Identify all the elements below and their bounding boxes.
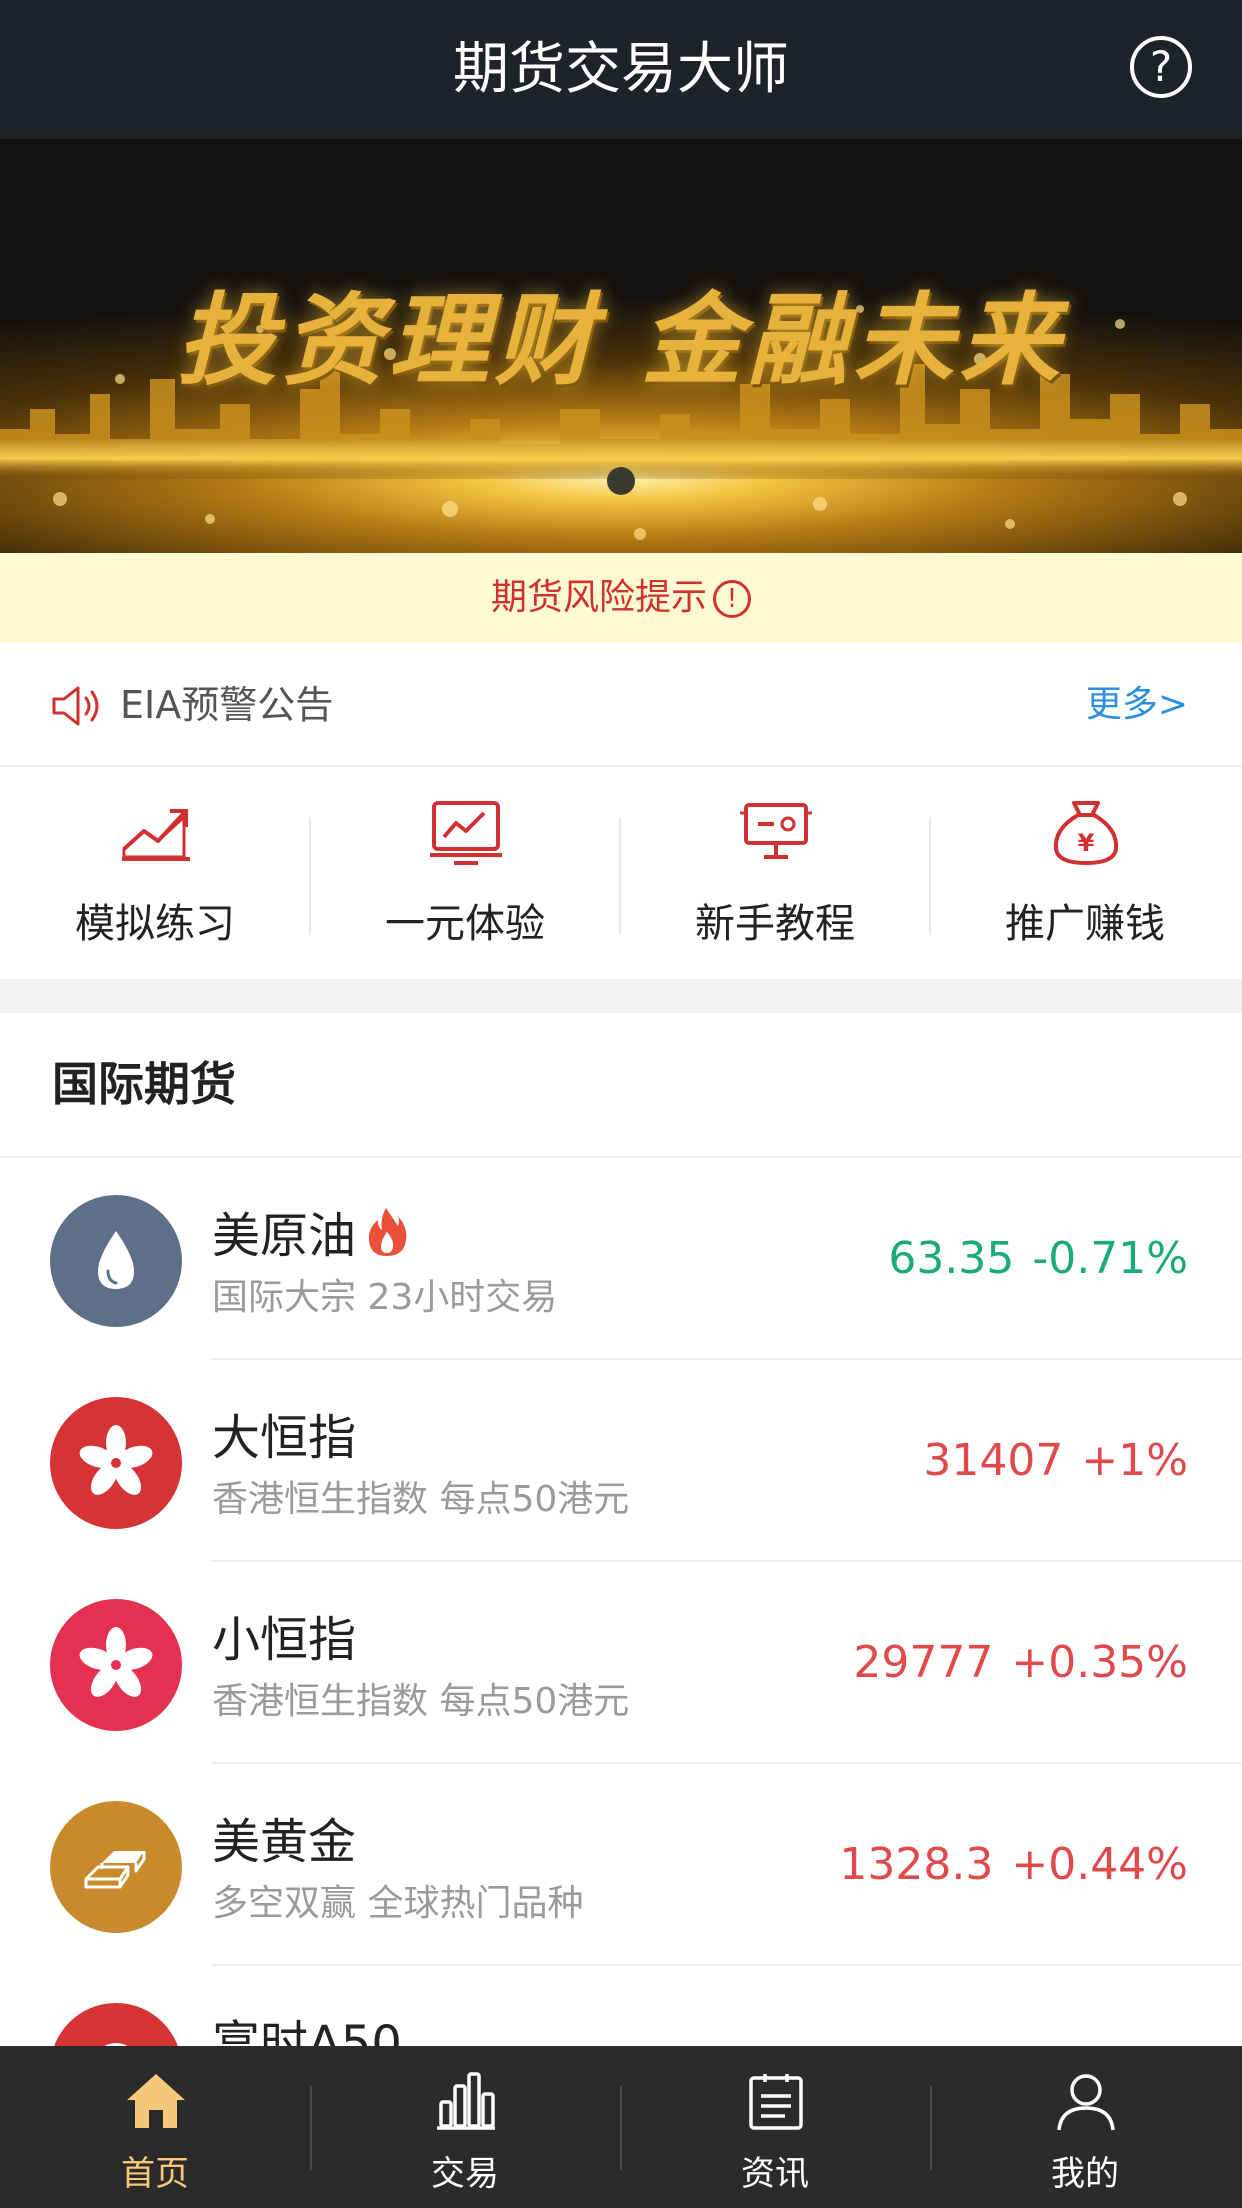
- risk-warning-bar[interactable]: 期货风险提示!: [0, 553, 1242, 643]
- tab-label: 首页: [121, 2154, 189, 2194]
- promo-banner[interactable]: 投资理财 金融未来: [0, 139, 1242, 553]
- user-icon: [1057, 2074, 1115, 2131]
- tab-trade[interactable]: 交易: [310, 2046, 620, 2208]
- product-price: 29777: [853, 1637, 994, 1688]
- product-avatar: [50, 1397, 182, 1529]
- product-quote: 1328.3 +0.44%: [839, 1764, 1188, 1966]
- tab-news[interactable]: 资讯: [620, 2046, 930, 2208]
- tab-label: 资讯: [741, 2154, 809, 2194]
- product-subtitle: 国际大宗 23小时交易: [212, 1277, 558, 1318]
- section-spacer: [0, 979, 1242, 1013]
- exclamation-circle-icon: !: [713, 580, 751, 618]
- screen-tutorial-icon: [740, 803, 812, 859]
- risk-warning-label: 期货风险提示: [490, 577, 707, 618]
- quick-action-label: 一元体验: [385, 901, 545, 947]
- product-subtitle: 香港恒生指数 每点50港元: [212, 1681, 630, 1722]
- product-change: +0.44%: [1011, 1839, 1188, 1890]
- quick-action-label: 新手教程: [695, 901, 855, 947]
- product-subtitle: 香港恒生指数 每点50港元: [212, 1479, 630, 1520]
- list-item-us-crude[interactable]: 美原油 国际大宗 23小时交易 63.35 -0.71%: [0, 1158, 1242, 1360]
- product-avatar: [50, 1195, 182, 1327]
- trend-chart-icon: [122, 809, 190, 861]
- product-name: 美黄金: [212, 1814, 357, 1870]
- product-change: +1%: [1081, 1435, 1188, 1486]
- banner-slogan: 投资理财 金融未来: [176, 281, 1066, 399]
- product-avatar: [50, 1599, 182, 1731]
- money-bag-icon: ¥: [1053, 801, 1119, 865]
- product-price: 31407: [923, 1435, 1064, 1486]
- product-name: 美原油: [212, 1196, 408, 1266]
- quick-action-label: 模拟练习: [75, 901, 235, 947]
- list-item-hsi[interactable]: 大恒指 香港恒生指数 每点50港元 31407 +1%: [0, 1360, 1242, 1562]
- oil-drop-icon: [98, 1231, 134, 1289]
- section-title: 国际期货: [52, 1057, 236, 1111]
- announcement-bar[interactable]: EIA预警公告 更多>: [0, 643, 1242, 767]
- tab-label: 我的: [1051, 2154, 1119, 2194]
- product-change: -0.71%: [1032, 1233, 1188, 1284]
- bar-chart-icon: [437, 2072, 495, 2130]
- gold-bars-icon: [84, 1851, 146, 1889]
- product-price: 63.35: [888, 1233, 1015, 1284]
- app-header: 期货交易大师 ?: [0, 0, 1242, 139]
- speaker-icon: [52, 686, 99, 726]
- product-name: 大恒指: [212, 1410, 357, 1466]
- tab-home[interactable]: 首页: [0, 2046, 310, 2208]
- more-link[interactable]: 更多>: [1086, 643, 1188, 767]
- product-change: +0.35%: [1011, 1637, 1188, 1688]
- quick-action-referral[interactable]: ¥ 推广赚钱: [930, 769, 1240, 979]
- product-price: 1328.3: [839, 1839, 994, 1890]
- product-quote: 63.35 -0.71%: [888, 1158, 1188, 1360]
- bauhinia-flower-icon: [79, 1425, 153, 1495]
- product-quote: 29777 +0.35%: [853, 1562, 1188, 1764]
- quick-action-trial[interactable]: 一元体验: [310, 769, 620, 979]
- bauhinia-flower-icon: [79, 1627, 153, 1697]
- list-item-us-gold[interactable]: 美黄金 多空双赢 全球热门品种 1328.3 +0.44%: [0, 1764, 1242, 1966]
- list-item-mini-hsi[interactable]: 小恒指 香港恒生指数 每点50港元 29777 +0.35%: [0, 1562, 1242, 1764]
- svg-text:¥: ¥: [1078, 829, 1095, 857]
- product-quote: 31407 +1%: [923, 1360, 1188, 1562]
- quick-action-practice[interactable]: 模拟练习: [0, 769, 310, 979]
- announcement-text: EIA预警公告: [120, 683, 334, 727]
- page-title: 期货交易大师: [453, 37, 789, 102]
- quick-action-tutorial[interactable]: 新手教程: [620, 769, 930, 979]
- monitor-chart-icon: [430, 801, 502, 865]
- question-circle-icon[interactable]: ?: [1130, 36, 1192, 98]
- home-icon: [127, 2074, 185, 2128]
- fire-icon: [368, 1208, 407, 1256]
- product-avatar: [50, 1801, 182, 1933]
- quick-action-label: 推广赚钱: [1005, 901, 1165, 947]
- product-subtitle: 多空双赢 全球热门品种: [212, 1883, 584, 1924]
- tab-profile[interactable]: 我的: [930, 2046, 1240, 2208]
- tab-label: 交易: [431, 2154, 499, 2194]
- clipboard-icon: [749, 2074, 803, 2130]
- carousel-indicator[interactable]: [607, 467, 635, 495]
- quick-actions: 模拟练习 一元体验 新手教程 ¥ 推广赚钱: [0, 769, 1242, 979]
- bottom-tab-bar: 首页 交易 资讯 我的: [0, 2046, 1242, 2208]
- product-name: 小恒指: [212, 1612, 357, 1668]
